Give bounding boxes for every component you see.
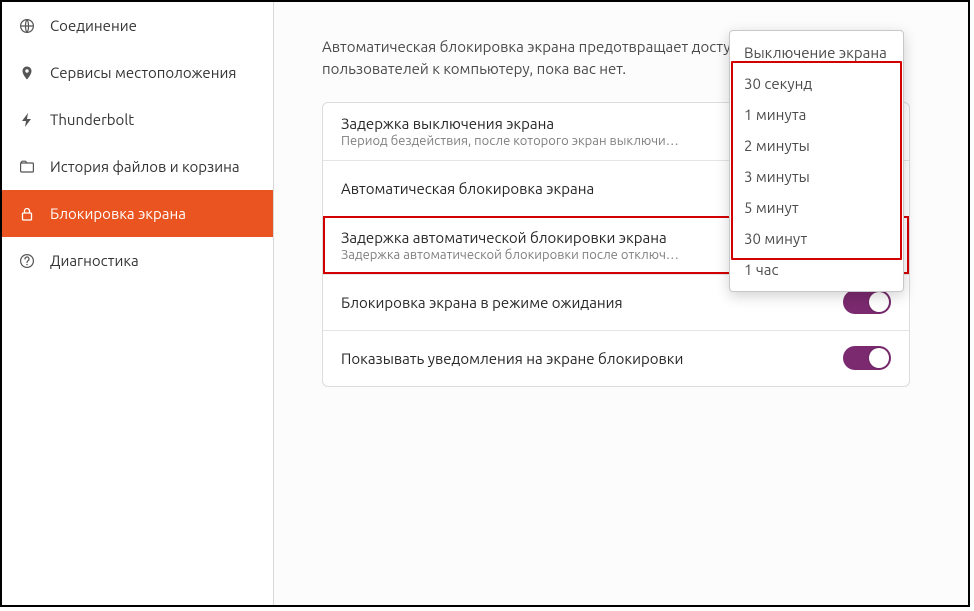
row-subtitle: Задержка автоматической блокировки после…: [341, 248, 681, 262]
popup-option[interactable]: 30 минут: [730, 223, 903, 254]
location-icon: [18, 64, 36, 82]
row-title: Задержка выключения экрана: [341, 115, 681, 132]
delay-popup: Выключение экрана 30 секунд 1 минута 2 м…: [729, 30, 904, 292]
popup-option[interactable]: Выключение экрана: [730, 37, 903, 68]
popup-option[interactable]: 2 минуты: [730, 130, 903, 161]
main-content: Автоматическая блокировка экрана предотв…: [274, 2, 968, 605]
sidebar-item-screen-lock[interactable]: Блокировка экрана: [2, 190, 273, 237]
sidebar-item-diagnostics[interactable]: Диагностика: [2, 237, 273, 284]
sidebar-item-label: Thunderbolt: [50, 111, 134, 128]
sidebar: Соединение Сервисы местоположения Thunde…: [2, 2, 274, 605]
thunderbolt-icon: [18, 111, 36, 129]
sidebar-item-label: Соединение: [50, 17, 137, 34]
sidebar-item-thunderbolt[interactable]: Thunderbolt: [2, 96, 273, 143]
sidebar-item-label: Блокировка экрана: [50, 205, 186, 222]
help-icon: [18, 252, 36, 270]
sidebar-item-label: Сервисы местоположения: [50, 64, 236, 81]
row-title: Автоматическая блокировка экрана: [341, 180, 594, 197]
sidebar-item-location[interactable]: Сервисы местоположения: [2, 49, 273, 96]
popup-option[interactable]: 1 минута: [730, 99, 903, 130]
row-title: Показывать уведомления на экране блокиро…: [341, 350, 683, 367]
popup-option[interactable]: 1 час: [730, 254, 903, 285]
folder-icon: [18, 158, 36, 176]
popup-option[interactable]: 30 секунд: [730, 68, 903, 99]
sidebar-item-label: История файлов и корзина: [50, 158, 240, 175]
popup-option[interactable]: 5 минут: [730, 192, 903, 223]
sidebar-item-label: Диагностика: [50, 252, 139, 269]
switch-show-notifications[interactable]: [843, 346, 891, 370]
sidebar-item-connection[interactable]: Соединение: [2, 2, 273, 49]
sidebar-item-history-trash[interactable]: История файлов и корзина: [2, 143, 273, 190]
row-title: Задержка автоматической блокировки экран…: [341, 229, 681, 246]
globe-icon: [18, 17, 36, 35]
row-show-notifications: Показывать уведомления на экране блокиро…: [323, 330, 909, 386]
switch-lock-on-suspend[interactable]: [843, 290, 891, 314]
popup-option[interactable]: 3 минуты: [730, 161, 903, 192]
row-title: Блокировка экрана в режиме ожидания: [341, 294, 623, 311]
row-subtitle: Период бездействия, после которого экран…: [341, 134, 681, 148]
lock-icon: [18, 205, 36, 223]
